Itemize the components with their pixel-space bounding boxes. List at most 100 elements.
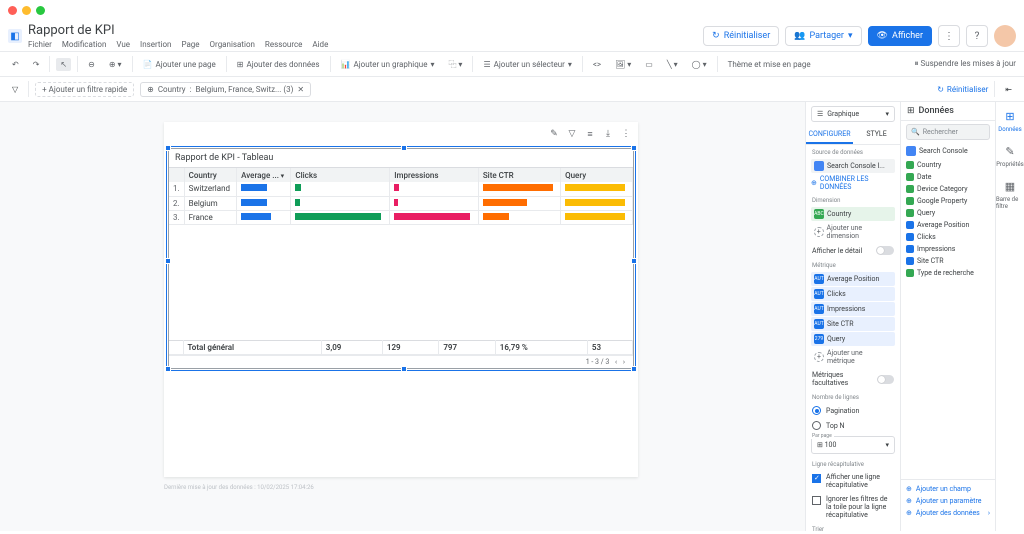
export-element-icon[interactable]: ⤓: [601, 127, 615, 141]
add-metric[interactable]: +Ajouter une métrique: [811, 347, 895, 367]
configure-tab[interactable]: CONFIGURER: [806, 126, 853, 144]
topn-radio[interactable]: [812, 421, 821, 430]
canvas[interactable]: ✎ ▽ ≡ ⤓ ⋮ Rapport de KPI - Tableau Count…: [0, 102, 805, 531]
metric-chip[interactable]: 279Query: [811, 332, 895, 346]
field-item[interactable]: Google Property: [901, 195, 995, 207]
add-data-tool[interactable]: ⊞ Ajouter des données: [233, 58, 324, 71]
rail-data-tab[interactable]: ⊞Données: [998, 108, 1021, 133]
expand-filters-icon[interactable]: ⇤: [1001, 83, 1016, 96]
edit-element-icon[interactable]: ✎: [547, 127, 561, 141]
menu-edit[interactable]: Modification: [62, 40, 107, 49]
report-page[interactable]: ✎ ▽ ≡ ⤓ ⋮ Rapport de KPI - Tableau Count…: [164, 122, 638, 477]
add-quick-filter[interactable]: + Ajouter un filtre rapide: [35, 82, 134, 97]
chart-type-dropdown[interactable]: ☰ Graphique ▾: [811, 106, 895, 122]
remove-filter-icon[interactable]: ✕: [297, 85, 304, 94]
undo-icon[interactable]: ↶: [8, 58, 23, 71]
metric-chip[interactable]: AUTClicks: [811, 287, 895, 301]
view-button[interactable]: 👁 Afficher: [868, 26, 932, 46]
theme-tool[interactable]: Thème et mise en page: [724, 58, 815, 71]
add-control-tool[interactable]: ☰ Ajouter un sélecteur ▾: [479, 58, 575, 71]
field-item[interactable]: Device Category: [901, 183, 995, 195]
more-element-icon[interactable]: ⋮: [619, 127, 633, 141]
document-title[interactable]: Rapport de KPI: [28, 23, 703, 38]
text-icon[interactable]: ▭: [641, 58, 657, 71]
col-average[interactable]: Average ...: [237, 168, 291, 182]
metric-chip[interactable]: AUTImpressions: [811, 302, 895, 316]
data-source-header[interactable]: Search Console: [901, 143, 995, 159]
sort-element-icon[interactable]: ≡: [583, 127, 597, 141]
menu-insert[interactable]: Insertion: [140, 40, 171, 49]
menu-view[interactable]: Vue: [116, 40, 130, 49]
more-menu-icon[interactable]: ⋮: [938, 25, 960, 47]
dimension-chip-country[interactable]: ABC Country: [811, 207, 895, 221]
zoom-out-icon[interactable]: ⊖: [84, 58, 99, 71]
add-data-link[interactable]: ⊕ Ajouter des données ›: [906, 507, 990, 519]
filter-element-icon[interactable]: ▽: [565, 127, 579, 141]
combine-data-link[interactable]: ⊕ COMBINER LES DONNÉES: [811, 175, 895, 191]
add-field-link[interactable]: ⊕ Ajouter un champ: [906, 483, 990, 495]
shape-icon[interactable]: ◯ ▾: [688, 58, 711, 71]
add-chart-tool[interactable]: 📊 Ajouter un graphique ▾: [337, 58, 439, 71]
metric-chip[interactable]: AUTSite CTR: [811, 317, 895, 331]
add-parameter-link[interactable]: ⊕ Ajouter un paramètre: [906, 495, 990, 507]
rail-properties-tab[interactable]: ✎Propriétés: [996, 143, 1023, 168]
reset-button[interactable]: ↻ Réinitialiser: [703, 26, 779, 46]
menu-file[interactable]: Fichier: [28, 40, 52, 49]
pointer-tool-icon[interactable]: ↖: [56, 58, 71, 71]
field-search-input[interactable]: 🔍 Rechercher: [906, 124, 990, 140]
url-embed-icon[interactable]: <>: [589, 58, 605, 71]
maximize-window-dot[interactable]: [36, 6, 45, 15]
user-avatar[interactable]: [994, 25, 1016, 47]
pause-updates-toggle[interactable]: ⏸ Suspendre les mises à jour: [915, 59, 1016, 69]
table-header-row: Country Average ... Clicks Impressions S…: [169, 168, 633, 182]
line-icon[interactable]: ╲ ▾: [663, 58, 682, 71]
field-item[interactable]: Site CTR: [901, 255, 995, 267]
pagination-radio[interactable]: [812, 406, 821, 415]
show-summary-checkbox[interactable]: [812, 474, 821, 483]
field-item[interactable]: Query: [901, 207, 995, 219]
menu-resource[interactable]: Ressource: [265, 40, 302, 49]
menu-page[interactable]: Page: [181, 40, 199, 49]
country-filter-chip[interactable]: ⊕ Country: Belgium, France, Switz... (3)…: [140, 82, 311, 97]
col-ctr[interactable]: Site CTR: [478, 168, 560, 182]
metric-chip[interactable]: AUTAverage Position: [811, 272, 895, 286]
table-row: 2. Belgium: [169, 196, 633, 210]
share-button[interactable]: 👥 Partager ▾: [785, 26, 861, 46]
menu-bar: Fichier Modification Vue Insertion Page …: [28, 40, 703, 49]
next-page-icon[interactable]: ›: [623, 358, 625, 366]
ignore-filters-checkbox[interactable]: [812, 496, 821, 505]
table-chart[interactable]: ✎ ▽ ≡ ⤓ ⋮ Rapport de KPI - Tableau Count…: [168, 148, 634, 369]
rail-filterbar-tab[interactable]: ▦Barre de filtre: [996, 178, 1024, 210]
help-icon[interactable]: ?: [966, 25, 988, 47]
data-source-chip[interactable]: Search Console I...: [811, 159, 895, 173]
col-clicks[interactable]: Clicks: [291, 168, 390, 182]
field-item[interactable]: Clicks: [901, 231, 995, 243]
field-item[interactable]: Country: [901, 159, 995, 171]
menu-help[interactable]: Aide: [312, 40, 328, 49]
close-window-dot[interactable]: [8, 6, 17, 15]
minimize-window-dot[interactable]: [22, 6, 31, 15]
col-country[interactable]: Country: [184, 168, 237, 182]
optional-metrics-toggle[interactable]: [877, 375, 894, 384]
field-item[interactable]: Type de recherche: [901, 267, 995, 279]
filter-icon[interactable]: ▽: [8, 83, 22, 96]
reset-filters-link[interactable]: ↻ Réinitialiser: [937, 85, 988, 94]
field-item[interactable]: Impressions: [901, 243, 995, 255]
add-page-tool[interactable]: 📄 Ajouter une page: [139, 58, 220, 71]
style-tab[interactable]: STYLE: [853, 126, 900, 144]
drill-down-toggle[interactable]: [876, 246, 894, 255]
col-query[interactable]: Query: [561, 168, 633, 182]
redo-icon[interactable]: ↷: [29, 58, 44, 71]
window-controls: [0, 0, 1024, 21]
zoom-in-icon[interactable]: ⊕ ▾: [105, 58, 126, 71]
field-item[interactable]: Date: [901, 171, 995, 183]
image-icon[interactable]: 🖼 ▾: [611, 58, 635, 71]
menu-arrange[interactable]: Organisation: [210, 40, 255, 49]
prev-page-icon[interactable]: ‹: [615, 358, 617, 366]
add-dimension[interactable]: +Ajouter une dimension: [811, 222, 895, 242]
field-item[interactable]: Average Position: [901, 219, 995, 231]
table-row: 3. France: [169, 210, 633, 224]
col-impressions[interactable]: Impressions: [390, 168, 479, 182]
community-viz-icon[interactable]: ⿻ ▾: [444, 57, 466, 72]
drill-down-label: Afficher le détail: [812, 247, 862, 255]
